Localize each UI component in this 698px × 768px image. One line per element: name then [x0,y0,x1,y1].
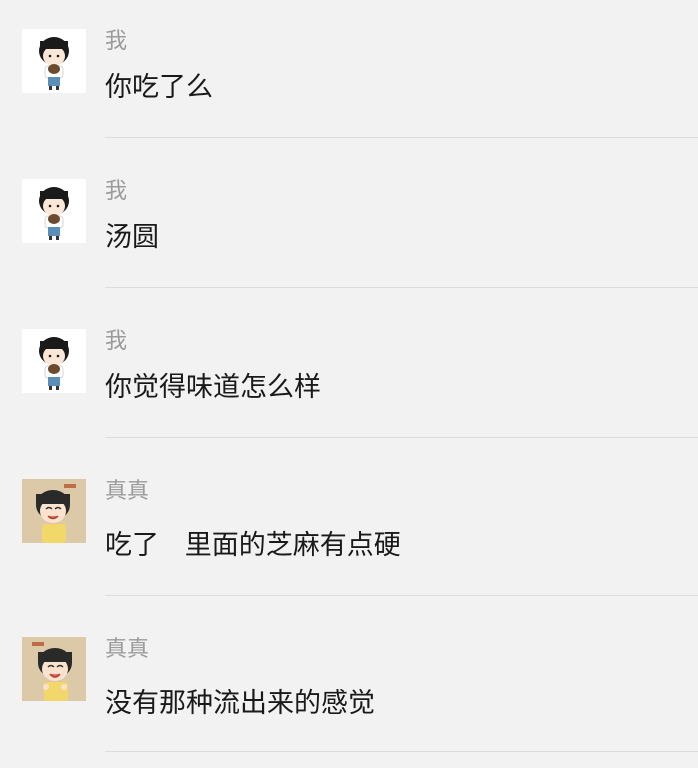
divider [105,751,698,752]
divider [105,137,698,138]
divider [105,437,698,438]
chat-message[interactable]: 我 你吃了么 [0,0,698,150]
girl-avatar-icon[interactable] [22,179,86,243]
smiling-girl-avatar-icon[interactable] [22,479,86,543]
girl-avatar-icon[interactable] [22,329,86,393]
chat-message[interactable]: 我 你觉得味道怎么样 [0,300,698,450]
chat-message[interactable]: 真真 吃了 里面的芝麻有点硬 [0,450,698,608]
sender-name: 我 [105,29,128,54]
sender-name: 真真 [105,479,150,504]
smiling-girl-avatar-icon[interactable] [22,637,86,701]
message-text[interactable]: 汤圆 [105,220,159,256]
message-text[interactable]: 你吃了么 [105,70,213,106]
message-text[interactable]: 没有那种流出来的感觉 [105,686,375,722]
girl-avatar-icon[interactable] [22,29,86,93]
sender-name: 我 [105,179,128,204]
divider [105,287,698,288]
divider [105,595,698,596]
sender-name: 我 [105,329,128,354]
chat-message[interactable]: 我 汤圆 [0,150,698,300]
message-text[interactable]: 吃了 里面的芝麻有点硬 [105,528,401,564]
chat-message[interactable]: 真真 没有那种流出来的感觉 [0,608,698,766]
message-text[interactable]: 你觉得味道怎么样 [105,370,321,406]
sender-name: 真真 [105,637,150,662]
